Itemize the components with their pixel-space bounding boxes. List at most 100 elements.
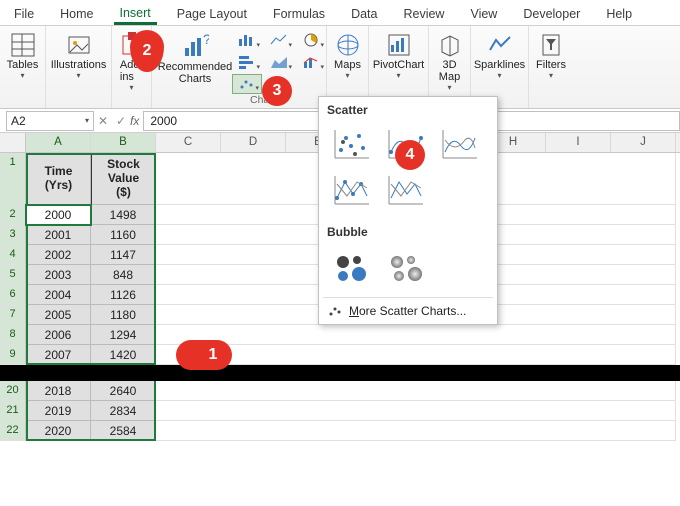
name-box[interactable]: A2▾ [6, 111, 94, 131]
scatter-chart-button[interactable] [232, 74, 262, 94]
col-header[interactable]: J [611, 133, 676, 152]
ribbon-tabs: File Home Insert Page Layout Formulas Da… [0, 0, 680, 26]
cell[interactable] [156, 325, 676, 345]
tab-review[interactable]: Review [397, 2, 450, 25]
row-header[interactable]: 8 [0, 325, 26, 345]
tables-button[interactable]: Tables▾ [5, 30, 41, 82]
bar-chart-button[interactable] [232, 52, 262, 72]
tab-view[interactable]: View [464, 2, 503, 25]
row-header[interactable]: 21 [0, 401, 26, 421]
line-chart-icon [270, 33, 288, 47]
row-header[interactable]: 4 [0, 245, 26, 265]
row-header[interactable]: 20 [0, 381, 26, 401]
pivotchart-icon [386, 32, 412, 58]
header-cell-a[interactable]: Time (Yrs) [26, 153, 91, 205]
scatter-straight-markers-option[interactable] [325, 169, 377, 213]
bubble-option[interactable] [325, 245, 377, 289]
scatter-chart-popup: Scatter Bubble More Scatter Charts... [318, 96, 498, 325]
row-header[interactable]: 6 [0, 285, 26, 305]
cell[interactable] [156, 421, 676, 441]
tab-insert[interactable]: Insert [114, 1, 157, 25]
combo-chart-button[interactable] [296, 52, 326, 72]
column-chart-button[interactable] [232, 30, 262, 50]
cell[interactable]: 2020 [26, 421, 91, 441]
cell[interactable]: 848 [91, 265, 156, 285]
filter-icon [538, 32, 564, 58]
cell[interactable]: 2640 [91, 381, 156, 401]
combo-chart-icon [302, 55, 320, 69]
cell[interactable]: 2006 [26, 325, 91, 345]
cell[interactable]: 1180 [91, 305, 156, 325]
row-header[interactable]: 5 [0, 265, 26, 285]
maps-button[interactable]: Maps▾ [332, 30, 363, 82]
pie-chart-button[interactable] [296, 30, 326, 50]
cell[interactable]: 2005 [26, 305, 91, 325]
cell[interactable]: 1160 [91, 225, 156, 245]
filters-button[interactable]: Filters▾ [534, 30, 568, 82]
cell[interactable]: 2007 [26, 345, 91, 365]
bar-chart-icon [238, 55, 256, 69]
cell[interactable]: 1498 [91, 205, 156, 225]
frozen-pane-gap [0, 365, 680, 381]
cell[interactable]: 2001 [26, 225, 91, 245]
cancel-formula-icon[interactable]: ✕ [94, 114, 112, 128]
scatter-plain-option[interactable] [325, 123, 377, 167]
more-scatter-charts-button[interactable]: More Scatter Charts... [319, 300, 497, 320]
globe-icon [335, 32, 361, 58]
cell[interactable]: 2000 [26, 205, 91, 225]
col-header[interactable]: A [26, 133, 91, 152]
cell[interactable]: 2004 [26, 285, 91, 305]
tab-formulas[interactable]: Formulas [267, 2, 331, 25]
row-header[interactable]: 1 [0, 153, 26, 205]
recommended-charts-button[interactable]: ? Recommended Charts [158, 30, 232, 87]
pivotchart-button[interactable]: PivotChart▾ [371, 30, 426, 82]
cell[interactable]: 2002 [26, 245, 91, 265]
row-header[interactable]: 2 [0, 205, 26, 225]
cell[interactable]: 2584 [91, 421, 156, 441]
tab-file[interactable]: File [8, 2, 40, 25]
scatter-smooth-option[interactable] [433, 123, 485, 167]
scatter-straight-option[interactable] [379, 169, 431, 213]
tab-page-layout[interactable]: Page Layout [171, 2, 253, 25]
cell[interactable]: 1126 [91, 285, 156, 305]
3d-map-button[interactable]: 3D Map▾ [435, 30, 465, 94]
select-all-cell[interactable] [0, 133, 26, 152]
cell[interactable]: 1420 [91, 345, 156, 365]
line-chart-button[interactable] [264, 30, 294, 50]
cell[interactable] [156, 345, 676, 365]
cell[interactable] [156, 381, 676, 401]
tab-help[interactable]: Help [600, 2, 638, 25]
cell[interactable]: 2019 [26, 401, 91, 421]
bubble-section-title: Bubble [327, 225, 489, 239]
table-icon [10, 32, 36, 58]
row-header[interactable]: 9 [0, 345, 26, 365]
callout-3: 3 [262, 76, 292, 106]
cell[interactable]: 2834 [91, 401, 156, 421]
header-cell-b[interactable]: Stock Value ($) [91, 153, 156, 205]
row-header[interactable]: 3 [0, 225, 26, 245]
tab-data[interactable]: Data [345, 2, 383, 25]
cell[interactable]: 1294 [91, 325, 156, 345]
col-header[interactable]: D [221, 133, 286, 152]
illustrations-button[interactable]: Illustrations▾ [49, 30, 109, 82]
cell[interactable]: 2003 [26, 265, 91, 285]
area-chart-button[interactable] [264, 52, 294, 72]
col-header[interactable]: C [156, 133, 221, 152]
recommended-charts-icon: ? [181, 32, 209, 60]
cell[interactable]: 1147 [91, 245, 156, 265]
more-scatter-icon [327, 304, 343, 318]
col-header[interactable]: B [91, 133, 156, 152]
sparklines-button[interactable]: Sparklines▾ [472, 30, 527, 82]
spreadsheet-lower[interactable]: 20 2018 2640 21 2019 2834 22 2020 2584 [0, 381, 680, 441]
area-chart-icon [270, 55, 288, 69]
col-header[interactable]: I [546, 133, 611, 152]
cell[interactable]: 2018 [26, 381, 91, 401]
bubble-3d-option[interactable] [379, 245, 431, 289]
fx-icon[interactable]: fx [130, 114, 143, 128]
cell[interactable] [156, 401, 676, 421]
row-header[interactable]: 22 [0, 421, 26, 441]
enter-formula-icon[interactable]: ✓ [112, 114, 130, 128]
tab-developer[interactable]: Developer [517, 2, 586, 25]
row-header[interactable]: 7 [0, 305, 26, 325]
tab-home[interactable]: Home [54, 2, 99, 25]
